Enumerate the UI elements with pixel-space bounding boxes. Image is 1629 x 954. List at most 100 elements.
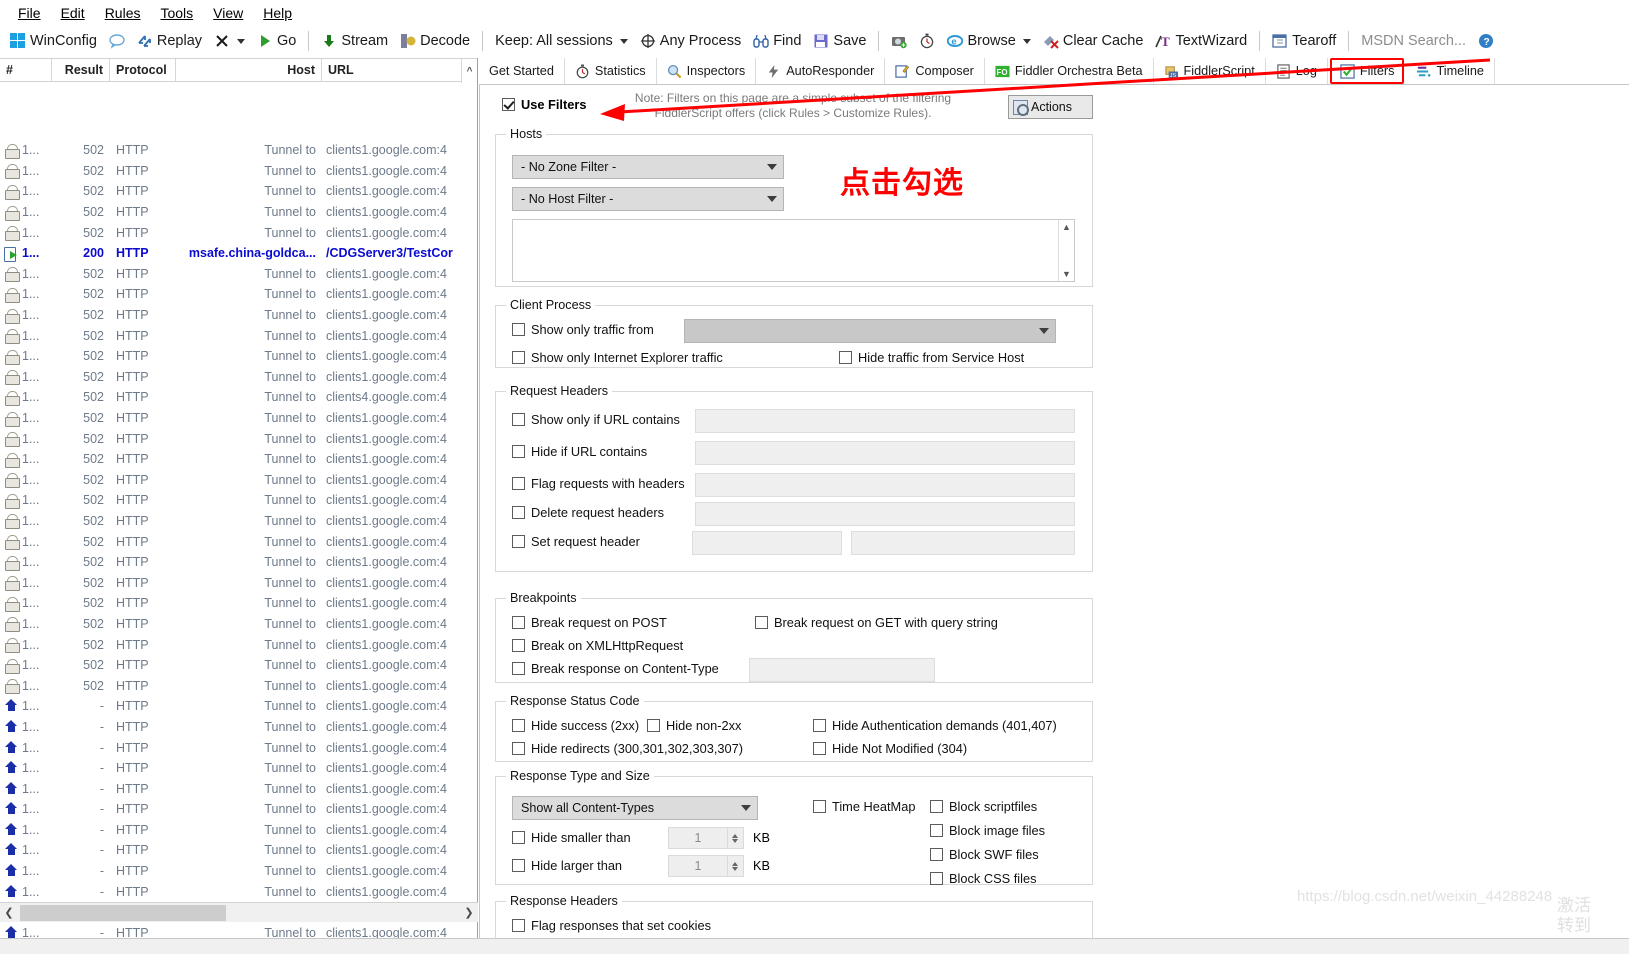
delete-request-headers-checkbox[interactable] <box>512 506 525 519</box>
session-row[interactable]: 1... -HTTP Tunnel to clients1.google.com:4 <box>0 799 462 820</box>
go-button[interactable]: Go <box>251 29 302 53</box>
session-row[interactable]: 1... 502 HTTP Tunnel to clients1.google.com:… <box>0 305 462 326</box>
session-row[interactable]: 1... 502 HTTP Tunnel to clients1.google.com:… <box>0 367 462 388</box>
tab-fiddlerscript[interactable]: JS FiddlerScript <box>1153 58 1266 84</box>
help-button[interactable]: ? <box>1472 31 1500 51</box>
session-row[interactable]: 1... 502 HTTP Tunnel to clients1.google.com:… <box>0 449 462 470</box>
session-row[interactable]: 1... -HTTP Tunnel to clients1.google.com:4 <box>0 758 462 779</box>
block-image-row[interactable]: Block image files <box>930 823 1045 838</box>
hide-not-modified-row[interactable]: Hide Not Modified (304) <box>813 741 967 756</box>
chevron-down-icon[interactable] <box>619 38 628 44</box>
horizontal-scrollbar[interactable]: ❮ ❯ <box>0 902 478 922</box>
column-header-protocol[interactable]: Protocol <box>110 59 176 81</box>
hide-larger-than-checkbox[interactable] <box>512 859 525 872</box>
stepper-up-icon[interactable] <box>731 861 738 866</box>
menu-rules[interactable]: Rules <box>95 2 151 24</box>
break-xhr-checkbox[interactable] <box>512 639 525 652</box>
hide-redirects-row[interactable]: Hide redirects (300,301,302,303,307) <box>512 741 743 756</box>
time-heatmap-checkbox[interactable] <box>813 800 826 813</box>
break-content-type-input[interactable] <box>749 658 935 682</box>
hide-url-contains-checkbox[interactable] <box>512 445 525 458</box>
session-row[interactable]: 1... 502 HTTP Tunnel to clients1.google.com:… <box>0 161 462 182</box>
time-heatmap-row[interactable]: Time HeatMap <box>813 799 915 814</box>
msdn-search-input[interactable]: MSDN Search... <box>1355 29 1472 53</box>
tab-filters[interactable]: Filters <box>1329 58 1405 84</box>
show-only-url-contains-row[interactable]: Show only if URL contains <box>512 412 680 427</box>
tab-autoresponder[interactable]: AutoResponder <box>756 58 886 84</box>
hide-url-contains-input[interactable] <box>695 441 1075 465</box>
hide-auth-row[interactable]: Hide Authentication demands (401,407) <box>813 718 1057 733</box>
clear-cache-button[interactable]: Clear Cache <box>1037 29 1150 53</box>
hide-success-row[interactable]: Hide success (2xx) <box>512 718 639 733</box>
set-request-header-row[interactable]: Set request header <box>512 534 640 549</box>
block-swf-checkbox[interactable] <box>930 848 943 861</box>
block-css-checkbox[interactable] <box>930 872 943 885</box>
menu-help[interactable]: Help <box>253 2 302 24</box>
block-script-checkbox[interactable] <box>930 800 943 813</box>
remove-button[interactable] <box>208 31 251 51</box>
tab-inspectors[interactable]: Inspectors <box>656 58 757 84</box>
session-row[interactable]: 1... 502 HTTP Tunnel to clients1.google.com:… <box>0 346 462 367</box>
hosts-textarea[interactable]: ▲ ▼ <box>512 219 1075 282</box>
hosts-vertical-scrollbar[interactable]: ▲ ▼ <box>1058 220 1074 281</box>
session-row[interactable]: 1... -HTTP Tunnel to clients1.google.com:4 <box>0 840 462 861</box>
session-row[interactable]: 1... -HTTP Tunnel to clients1.google.com:4 <box>0 820 462 841</box>
session-row[interactable]: 1... 502 HTTP Tunnel to clients1.google.com:… <box>0 552 462 573</box>
textwizard-button[interactable]: T TextWizard <box>1149 29 1253 53</box>
set-header-name-input[interactable] <box>692 531 842 555</box>
scroll-up-arrow-icon[interactable]: ▲ <box>1062 222 1071 232</box>
hide-auth-checkbox[interactable] <box>813 719 826 732</box>
comment-button[interactable] <box>103 31 131 51</box>
client-process-select[interactable] <box>684 319 1056 343</box>
smaller-than-stepper[interactable]: 1 <box>668 827 744 849</box>
tearoff-button[interactable]: Tearoff <box>1266 29 1342 53</box>
session-row[interactable]: 1... 502 HTTP Tunnel to clients1.google.com:… <box>0 470 462 491</box>
host-filter-select[interactable]: - No Host Filter - <box>512 187 784 211</box>
column-header-result[interactable]: Result <box>52 59 110 81</box>
chevron-down-icon[interactable] <box>1022 38 1031 44</box>
session-row[interactable]: 1... 502 HTTP Tunnel to clients1.google.com:… <box>0 284 462 305</box>
hide-url-contains-row[interactable]: Hide if URL contains <box>512 444 647 459</box>
hide-smaller-than-row[interactable]: Hide smaller than <box>512 830 631 845</box>
show-only-url-contains-checkbox[interactable] <box>512 413 525 426</box>
hscroll-thumb[interactable] <box>20 904 226 921</box>
session-row[interactable]: 1... 502 HTTP Tunnel to clients1.google.com:… <box>0 140 462 161</box>
session-row[interactable]: 1... -HTTP Tunnel to clients1.google.com:4 <box>0 881 462 902</box>
menu-tools[interactable]: Tools <box>150 2 203 24</box>
hide-non2xx-checkbox[interactable] <box>647 719 660 732</box>
winconfig-button[interactable]: WinConfig <box>4 29 103 53</box>
larger-than-stepper[interactable]: 1 <box>668 855 744 877</box>
chevron-down-icon[interactable] <box>237 38 246 44</box>
session-row[interactable]: 1... 502 HTTP Tunnel to clients1.google.com:… <box>0 655 462 676</box>
session-row[interactable]: 1... 502 HTTP Tunnel to clients1.google.com:… <box>0 593 462 614</box>
flag-set-cookies-row[interactable]: Flag responses that set cookies <box>512 918 711 933</box>
show-only-traffic-from-row[interactable]: Show only traffic from <box>512 322 654 337</box>
any-process-button[interactable]: Any Process <box>634 29 747 53</box>
flag-set-cookies-checkbox[interactable] <box>512 919 525 932</box>
session-row[interactable]: 1... 502 HTTP Tunnel to clients1.google.com:… <box>0 614 462 635</box>
session-row[interactable]: 1... 502 HTTP Tunnel to clients1.google.com:… <box>0 490 462 511</box>
hide-service-host-row[interactable]: Hide traffic from Service Host <box>839 350 1024 365</box>
stepper-down-icon[interactable] <box>731 866 738 871</box>
hscroll-track[interactable] <box>18 903 460 922</box>
session-row[interactable]: 1... -HTTP Tunnel to clients1.google.com:4 <box>0 737 462 758</box>
timeline-clock-button[interactable] <box>913 31 941 51</box>
session-row[interactable]: 1... -HTTP Tunnel to clients1.google.com:4 <box>0 778 462 799</box>
session-rows-container[interactable]: 1... 502 HTTP Tunnel to clients1.google.com:… <box>0 140 462 946</box>
scroll-left-icon[interactable]: ❮ <box>0 904 18 922</box>
session-row[interactable]: 1... 502 HTTP Tunnel to clients1.google.com:… <box>0 181 462 202</box>
show-only-traffic-from-checkbox[interactable] <box>512 323 525 336</box>
hide-smaller-than-checkbox[interactable] <box>512 831 525 844</box>
session-row[interactable]: 1... -HTTP Tunnel to clients1.google.com:4 <box>0 717 462 738</box>
menu-edit[interactable]: Edit <box>51 2 95 24</box>
stepper-up-icon[interactable] <box>731 833 738 838</box>
scroll-down-arrow-icon[interactable]: ▼ <box>1062 269 1071 279</box>
tab-fiddler-orchestra-beta[interactable]: FO Fiddler Orchestra Beta <box>984 58 1154 84</box>
hide-redirects-checkbox[interactable] <box>512 742 525 755</box>
menu-view[interactable]: View <box>203 2 253 24</box>
break-post-row[interactable]: Break request on POST <box>512 615 667 630</box>
set-request-header-checkbox[interactable] <box>512 535 525 548</box>
session-row[interactable]: 1... 502 HTTP Tunnel to clients1.google.com:… <box>0 572 462 593</box>
scroll-up-arrow-icon[interactable]: ^ <box>461 59 477 83</box>
browse-button[interactable]: e Browse <box>941 29 1036 53</box>
